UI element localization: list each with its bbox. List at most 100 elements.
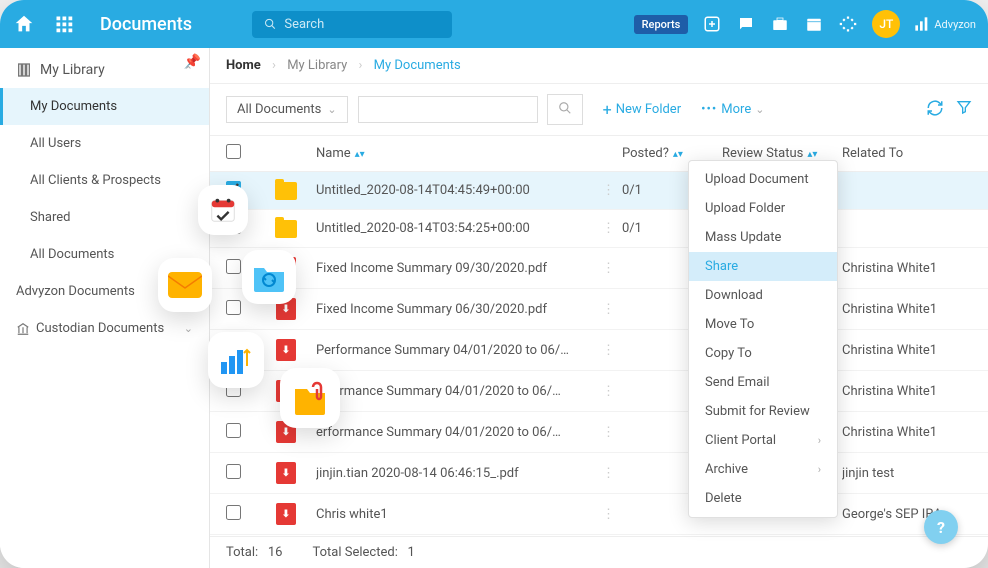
row-actions-icon[interactable]: ⋮ bbox=[602, 425, 622, 440]
new-folder-button[interactable]: +New Folder bbox=[603, 100, 682, 119]
brand-logo: Advyzon bbox=[914, 17, 976, 31]
column-posted[interactable]: Posted?▴▾ bbox=[622, 146, 722, 161]
sidebar-item-all-clients-prospects[interactable]: All Clients & Prospects bbox=[0, 162, 209, 199]
column-related[interactable]: Related To bbox=[842, 146, 972, 161]
app-window: Documents Reports JT Advyzon 📌 My L bbox=[0, 0, 988, 568]
global-search[interactable] bbox=[252, 11, 452, 38]
more-button[interactable]: •••More⌄ bbox=[701, 102, 764, 117]
menu-item-submit-for-review[interactable]: Submit for Review bbox=[689, 397, 837, 426]
breadcrumb-current[interactable]: My Documents bbox=[374, 58, 461, 73]
briefcase-icon[interactable] bbox=[770, 14, 790, 34]
row-actions-icon[interactable]: ⋮ bbox=[602, 183, 622, 198]
row-related: Christina White1 bbox=[842, 384, 972, 399]
menu-item-copy-to[interactable]: Copy To bbox=[689, 339, 837, 368]
menu-item-move-to[interactable]: Move To bbox=[689, 310, 837, 339]
row-checkbox[interactable] bbox=[226, 423, 241, 438]
row-actions-icon[interactable]: ⋮ bbox=[602, 343, 622, 358]
avatar[interactable]: JT bbox=[872, 10, 900, 38]
breadcrumb-library[interactable]: My Library bbox=[287, 58, 347, 73]
table-row[interactable]: ⬇jinjin.tian 2020-08-14 06:46:15_.pdf⋮ji… bbox=[210, 453, 988, 494]
menu-item-download[interactable]: Download bbox=[689, 281, 837, 310]
menu-item-upload-document[interactable]: Upload Document bbox=[689, 165, 837, 194]
apps-icon[interactable] bbox=[52, 12, 76, 36]
table-row[interactable]: Untitled_2020-08-14T03:54:25+00:00⋮0/1 bbox=[210, 210, 988, 248]
row-related: Christina White1 bbox=[842, 343, 972, 358]
row-checkbox[interactable] bbox=[226, 300, 241, 315]
row-name: Fixed Income Summary 09/30/2020.pdf bbox=[316, 261, 602, 276]
table-row[interactable]: Untitled_2020-08-14T04:45:49+00:00⋮0/1 bbox=[210, 172, 988, 210]
context-menu: Upload DocumentUpload FolderMass UpdateS… bbox=[688, 160, 838, 518]
filter-icon[interactable] bbox=[956, 99, 972, 121]
row-checkbox[interactable] bbox=[226, 259, 241, 274]
gear-icon[interactable] bbox=[838, 14, 858, 34]
sidebar-custodian-documents[interactable]: Custodian Documents ⌄ bbox=[0, 310, 209, 347]
row-actions-icon[interactable]: ⋮ bbox=[602, 384, 622, 399]
row-name: jinjin.tian 2020-08-14 06:46:15_.pdf bbox=[316, 466, 602, 481]
row-name: Performance Summary 04/01/2020 to 06/… bbox=[316, 343, 602, 358]
calendar-icon[interactable] bbox=[804, 14, 824, 34]
row-related: jinjin test bbox=[842, 466, 972, 481]
sidebar-item-all-users[interactable]: All Users bbox=[0, 125, 209, 162]
menu-item-delete[interactable]: Delete bbox=[689, 484, 837, 513]
row-checkbox[interactable] bbox=[226, 505, 241, 520]
breadcrumb: Home › My Library › My Documents bbox=[210, 48, 988, 84]
row-actions-icon[interactable]: ⋮ bbox=[602, 466, 622, 481]
row-name: Untitled_2020-08-14T04:45:49+00:00 bbox=[316, 183, 602, 198]
reports-button[interactable]: Reports bbox=[634, 15, 689, 34]
row-actions-icon[interactable]: ⋮ bbox=[602, 507, 622, 522]
table-row[interactable]: ⬇Chris white1⋮George's SEP IRA bbox=[210, 494, 988, 535]
table-row[interactable]: ⬇ Performance Summary 04/01/2020 to 06/…⋮… bbox=[210, 330, 988, 371]
refresh-icon[interactable] bbox=[926, 99, 944, 121]
sync-folder-icon bbox=[242, 250, 296, 304]
search-input[interactable] bbox=[284, 17, 440, 32]
sidebar-my-library[interactable]: My Library ⌃ bbox=[0, 48, 209, 88]
menu-item-mass-update[interactable]: Mass Update bbox=[689, 223, 837, 252]
table-header: Name▴▾ Posted?▴▾ Review Status▴▾ Related… bbox=[210, 136, 988, 172]
folder-icon bbox=[275, 220, 297, 238]
row-actions-icon[interactable]: ⋮ bbox=[602, 261, 622, 276]
row-related: Christina White1 bbox=[842, 261, 972, 276]
library-icon bbox=[16, 62, 32, 78]
row-related: Christina White1 bbox=[842, 425, 972, 440]
page-title: Documents bbox=[100, 14, 192, 35]
breadcrumb-home[interactable]: Home bbox=[226, 58, 261, 73]
search-icon[interactable] bbox=[547, 94, 583, 125]
help-button[interactable]: ? bbox=[924, 510, 958, 544]
table-row[interactable]: ⬇Fixed Income Summary 06/30/2020.pdf⋮Chr… bbox=[210, 289, 988, 330]
row-name: Chris white1 bbox=[316, 507, 602, 522]
footer: Total: 16 Total Selected: 1 bbox=[210, 536, 988, 568]
row-name: erformance Summary 04/01/2020 to 06/… bbox=[316, 384, 602, 399]
table-body: Untitled_2020-08-14T04:45:49+00:00⋮0/1Un… bbox=[210, 172, 988, 536]
sidebar-item-shared[interactable]: Shared bbox=[0, 199, 209, 236]
table-search[interactable] bbox=[358, 96, 538, 123]
select-all-checkbox[interactable] bbox=[226, 144, 241, 159]
row-actions-icon[interactable]: ⋮ bbox=[602, 221, 622, 236]
menu-item-send-email[interactable]: Send Email bbox=[689, 368, 837, 397]
row-actions-icon[interactable]: ⋮ bbox=[602, 302, 622, 317]
add-icon[interactable] bbox=[702, 14, 722, 34]
search-icon bbox=[264, 17, 276, 31]
folder-icon bbox=[275, 182, 297, 200]
row-name: Fixed Income Summary 06/30/2020.pdf bbox=[316, 302, 602, 317]
table-row[interactable]: ⬇Fixed Income Summary 09/30/2020.pdf⋮Chr… bbox=[210, 248, 988, 289]
menu-item-archive[interactable]: Archive› bbox=[689, 455, 837, 484]
row-checkbox[interactable] bbox=[226, 464, 241, 479]
sidebar-item-my-documents[interactable]: My Documents bbox=[0, 88, 209, 125]
calendar-widget-icon bbox=[198, 185, 248, 235]
pdf-icon: ⬇ bbox=[276, 503, 296, 525]
filter-select[interactable]: All Documents⌄ bbox=[226, 96, 348, 123]
mail-widget-icon bbox=[158, 258, 212, 312]
home-icon[interactable] bbox=[12, 12, 36, 36]
table-search-input[interactable] bbox=[369, 102, 527, 117]
bank-icon bbox=[16, 322, 30, 336]
pin-icon[interactable]: 📌 bbox=[184, 54, 201, 70]
column-name[interactable]: Name▴▾ bbox=[316, 146, 622, 161]
menu-item-client-portal[interactable]: Client Portal› bbox=[689, 426, 837, 455]
menu-item-upload-folder[interactable]: Upload Folder bbox=[689, 194, 837, 223]
chart-upload-icon bbox=[208, 332, 264, 388]
main-panel: Home › My Library › My Documents All Doc… bbox=[210, 48, 988, 568]
column-review[interactable]: Review Status▴▾ bbox=[722, 146, 842, 161]
chat-icon[interactable] bbox=[736, 14, 756, 34]
menu-item-share[interactable]: Share bbox=[689, 252, 837, 281]
pdf-icon: ⬇ bbox=[276, 339, 296, 361]
